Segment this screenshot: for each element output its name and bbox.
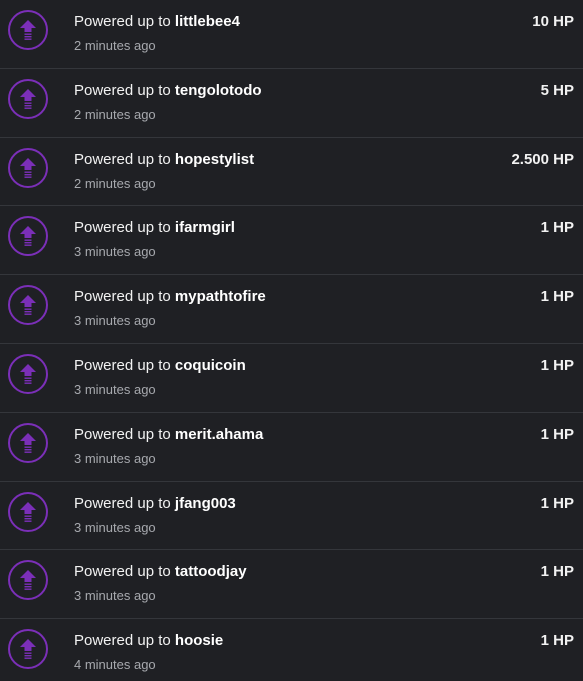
feed-item-username[interactable]: tengolotodo	[175, 82, 262, 99]
feed-item-username[interactable]: coquicoin	[175, 357, 246, 374]
feed-item[interactable]: Powered up to jfang003 3 minutes ago 1 H…	[0, 482, 583, 551]
feed-item-title: Powered up to littlebee4	[74, 13, 240, 30]
feed-item-username[interactable]: merit.ahama	[175, 426, 263, 443]
feed-item-prefix: Powered up to	[74, 13, 175, 30]
feed-item-username[interactable]: mypathtofire	[175, 288, 266, 305]
feed-item-username[interactable]: ifarmgirl	[175, 219, 235, 236]
feed-item-prefix: Powered up to	[74, 632, 175, 650]
feed-item-prefix: Powered up to	[74, 494, 175, 512]
feed-item-timestamp: 2 minutes ago	[74, 38, 156, 53]
feed-item-timestamp: 3 minutes ago	[74, 519, 156, 535]
power-up-feed: Powered up to littlebee4 2 minutes ago 1…	[0, 0, 583, 681]
feed-item[interactable]: Powered up to mypathtofire 3 minutes ago…	[0, 275, 583, 344]
feed-item-amount: 1 HP	[540, 288, 574, 306]
power-up-arrow-icon	[8, 147, 48, 188]
feed-item[interactable]: Powered up to merit.ahama 3 minutes ago …	[0, 413, 583, 482]
power-up-arrow-icon	[8, 629, 48, 670]
power-up-arrow-icon	[8, 422, 48, 463]
feed-item-prefix: Powered up to	[74, 219, 175, 237]
feed-item-amount: 1 HP	[540, 219, 574, 237]
feed-item-timestamp: 2 minutes ago	[74, 175, 156, 191]
feed-item-amount: 1 HP	[540, 494, 574, 512]
feed-item-title: Powered up to merit.ahama	[74, 426, 263, 443]
feed-item-timestamp: 3 minutes ago	[74, 313, 156, 329]
feed-item-prefix: Powered up to	[74, 150, 175, 168]
feed-item-amount: 2.500 HP	[511, 150, 574, 168]
feed-item-amount: 10 HP	[532, 13, 574, 30]
feed-item-title: Powered up to ifarmgirl	[74, 219, 235, 236]
feed-item-username[interactable]: littlebee4	[175, 13, 240, 30]
feed-item-amount: 5 HP	[540, 81, 574, 99]
feed-item[interactable]: Powered up to littlebee4 2 minutes ago 1…	[0, 0, 583, 69]
feed-item-title: Powered up to hopestylist	[74, 151, 254, 168]
power-up-arrow-icon	[8, 560, 48, 601]
feed-item-timestamp: 2 minutes ago	[74, 106, 156, 122]
power-up-arrow-icon	[8, 353, 48, 394]
feed-item[interactable]: Powered up to tengolotodo 2 minutes ago …	[0, 69, 583, 138]
feed-item-title: Powered up to hoosie	[74, 632, 223, 649]
feed-item-timestamp: 3 minutes ago	[74, 244, 156, 260]
feed-item-amount: 1 HP	[540, 356, 574, 374]
power-up-arrow-icon	[8, 285, 48, 326]
feed-item-timestamp: 3 minutes ago	[74, 450, 156, 466]
feed-item-timestamp: 3 minutes ago	[74, 381, 156, 397]
feed-item-amount: 1 HP	[540, 563, 574, 581]
feed-item-prefix: Powered up to	[74, 563, 175, 581]
power-up-arrow-icon	[8, 491, 48, 532]
power-up-arrow-icon	[8, 78, 48, 119]
feed-item-timestamp: 3 minutes ago	[74, 588, 156, 604]
feed-item[interactable]: Powered up to hoosie 4 minutes ago 1 HP	[0, 619, 583, 681]
feed-item-amount: 1 HP	[540, 632, 574, 650]
feed-item-username[interactable]: hopestylist	[175, 151, 254, 168]
feed-item[interactable]: Powered up to ifarmgirl 3 minutes ago 1 …	[0, 206, 583, 276]
feed-item-title: Powered up to tengolotodo	[74, 82, 262, 99]
feed-item-prefix: Powered up to	[74, 288, 175, 306]
feed-item-title: Powered up to mypathtofire	[74, 288, 266, 305]
feed-item-username[interactable]: hoosie	[175, 632, 223, 649]
feed-item[interactable]: Powered up to tattoodjay 3 minutes ago 1…	[0, 550, 583, 620]
power-up-arrow-icon	[8, 10, 48, 50]
feed-item-prefix: Powered up to	[74, 81, 175, 99]
feed-item-username[interactable]: tattoodjay	[175, 563, 247, 580]
feed-item-title: Powered up to coquicoin	[74, 357, 246, 374]
feed-item-prefix: Powered up to	[74, 425, 175, 443]
feed-item-title: Powered up to tattoodjay	[74, 563, 247, 580]
feed-item-username[interactable]: jfang003	[175, 495, 236, 512]
power-up-arrow-icon	[8, 216, 48, 257]
feed-item-timestamp: 4 minutes ago	[74, 657, 156, 673]
feed-item[interactable]: Powered up to coquicoin 3 minutes ago 1 …	[0, 344, 583, 413]
feed-item[interactable]: Powered up to hopestylist 2 minutes ago …	[0, 138, 583, 207]
feed-item-prefix: Powered up to	[74, 356, 175, 374]
feed-item-amount: 1 HP	[540, 425, 574, 443]
feed-item-title: Powered up to jfang003	[74, 495, 236, 512]
